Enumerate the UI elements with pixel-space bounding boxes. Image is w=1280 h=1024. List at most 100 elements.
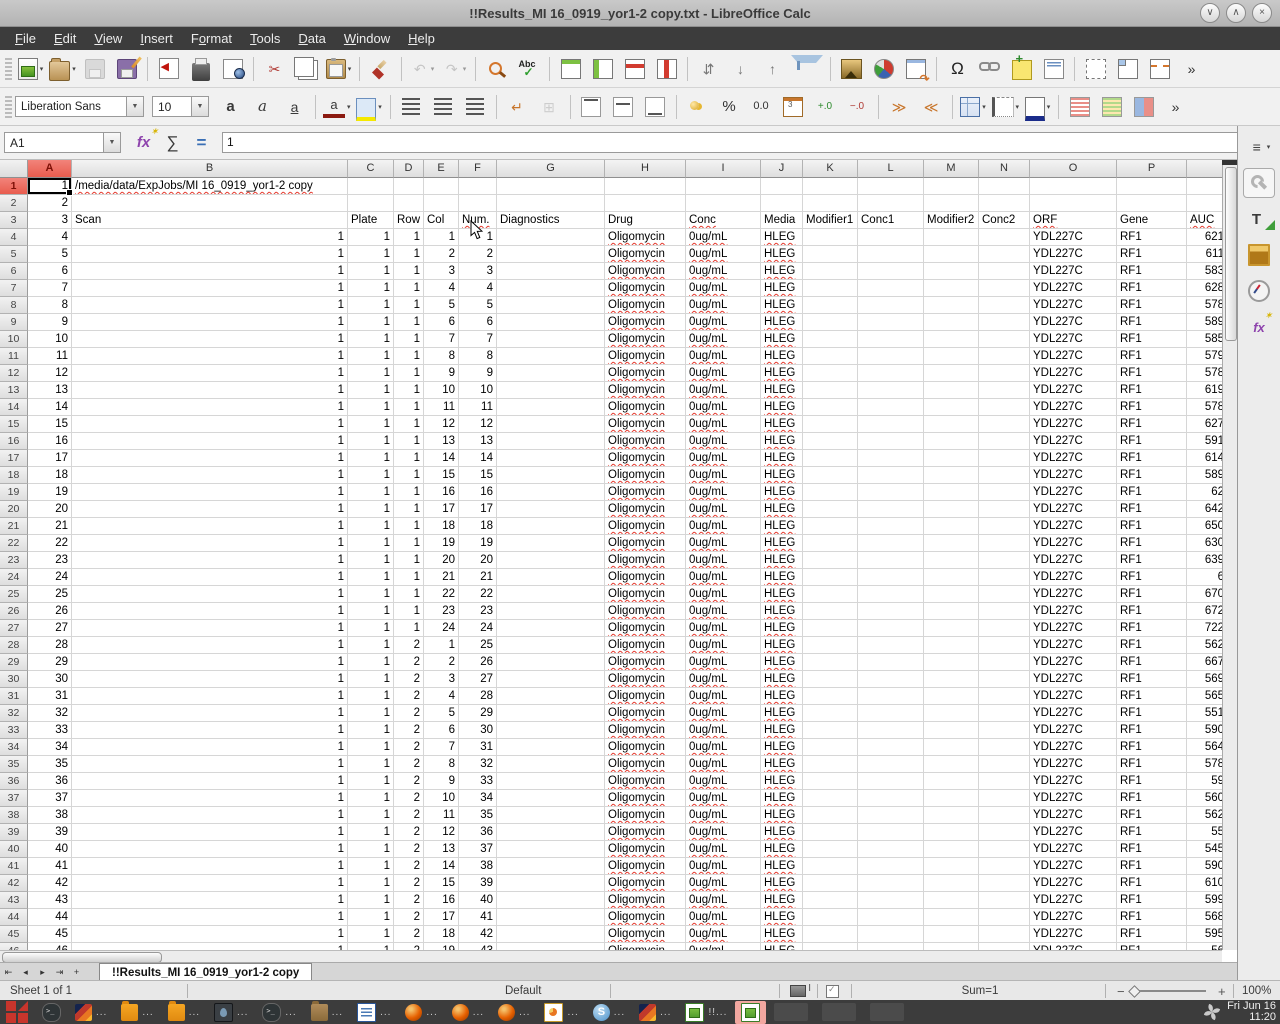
cell[interactable]: 0ug/mL — [686, 943, 761, 950]
dropdown-arrow[interactable]: ▾ — [378, 103, 382, 111]
cell[interactable]: 621 — [1187, 229, 1222, 246]
cell[interactable] — [858, 552, 924, 569]
previous-sheet-button[interactable]: ◂ — [17, 963, 34, 981]
cell[interactable]: YDL227C — [1030, 909, 1117, 926]
cell[interactable]: Oligomycin — [605, 229, 686, 246]
cell[interactable]: 22 — [424, 586, 459, 603]
row-header-5[interactable]: 5 — [0, 246, 28, 263]
cell[interactable] — [497, 348, 605, 365]
cell[interactable] — [858, 297, 924, 314]
cell[interactable]: YDL227C — [1030, 824, 1117, 841]
cell[interactable]: 560 — [1187, 790, 1222, 807]
cell[interactable]: 1 — [348, 739, 394, 756]
cell[interactable] — [979, 365, 1030, 382]
cell[interactable] — [1117, 178, 1187, 195]
cell[interactable]: 1 — [424, 229, 459, 246]
cell[interactable]: 45 — [28, 926, 72, 943]
cell[interactable]: Oligomycin — [605, 297, 686, 314]
row-header-27[interactable]: 27 — [0, 620, 28, 637]
cell[interactable]: 1 — [72, 790, 348, 807]
cell[interactable]: 12 — [424, 416, 459, 433]
cell[interactable]: 2 — [394, 858, 424, 875]
cell[interactable] — [424, 178, 459, 195]
cell[interactable]: RF1 — [1117, 280, 1187, 297]
define-print-area-button[interactable] — [1080, 53, 1111, 85]
cell[interactable]: 1 — [72, 603, 348, 620]
cell[interactable]: 610 — [1187, 875, 1222, 892]
cell[interactable] — [979, 467, 1030, 484]
insert-image-button[interactable] — [836, 53, 867, 85]
toolbar-overflow-button[interactable]: » — [1160, 91, 1191, 123]
cell[interactable]: HLEG — [761, 399, 803, 416]
cell[interactable]: 0ug/mL — [686, 246, 761, 263]
cell[interactable]: HLEG — [761, 382, 803, 399]
cell[interactable]: HLEG — [761, 620, 803, 637]
cell[interactable] — [979, 348, 1030, 365]
cell[interactable]: HLEG — [761, 654, 803, 671]
cell[interactable] — [497, 824, 605, 841]
cell[interactable]: 1 — [394, 518, 424, 535]
cell[interactable]: 0ug/mL — [686, 892, 761, 909]
cell[interactable]: 562 — [1187, 807, 1222, 824]
cell[interactable]: 6 — [28, 263, 72, 280]
cell[interactable]: 1 — [348, 790, 394, 807]
cell[interactable] — [924, 739, 979, 756]
cell[interactable]: 0ug/mL — [686, 467, 761, 484]
cell[interactable]: HLEG — [761, 773, 803, 790]
cell[interactable] — [979, 450, 1030, 467]
cell[interactable] — [497, 501, 605, 518]
cell[interactable]: YDL227C — [1030, 807, 1117, 824]
cell[interactable]: HLEG — [761, 433, 803, 450]
cell[interactable] — [803, 331, 858, 348]
cell[interactable]: 2 — [394, 875, 424, 892]
column-header-E[interactable]: E — [424, 160, 459, 178]
taskbar-window-terminal[interactable]: ... — [256, 1001, 302, 1024]
cell[interactable] — [605, 178, 686, 195]
cell[interactable]: 0ug/mL — [686, 756, 761, 773]
cell[interactable] — [803, 926, 858, 943]
cell[interactable]: 23 — [424, 603, 459, 620]
cell[interactable]: 1 — [348, 909, 394, 926]
cell[interactable] — [924, 892, 979, 909]
cell[interactable] — [803, 943, 858, 950]
cell[interactable]: 667 — [1187, 654, 1222, 671]
taskbar-window-skype[interactable]: ... — [587, 1002, 631, 1023]
cell[interactable] — [497, 314, 605, 331]
cell[interactable]: 16 — [424, 892, 459, 909]
cell[interactable] — [924, 824, 979, 841]
cell[interactable]: YDL227C — [1030, 314, 1117, 331]
background-color-button[interactable]: ▾ — [1022, 91, 1053, 123]
cell[interactable]: 1 — [72, 671, 348, 688]
cell[interactable]: HLEG — [761, 552, 803, 569]
cell[interactable]: 0ug/mL — [686, 773, 761, 790]
cell[interactable] — [858, 246, 924, 263]
cell[interactable]: 26 — [459, 654, 497, 671]
row-header-32[interactable]: 32 — [0, 705, 28, 722]
cell[interactable] — [924, 263, 979, 280]
formula-button[interactable]: = — [188, 130, 215, 156]
cell[interactable]: 20 — [459, 552, 497, 569]
cell[interactable]: RF1 — [1117, 263, 1187, 280]
cell[interactable]: RF1 — [1117, 841, 1187, 858]
cell[interactable]: RF1 — [1117, 790, 1187, 807]
print-preview-button[interactable] — [217, 53, 248, 85]
column-header-clipped[interactable] — [1187, 160, 1222, 178]
cell[interactable] — [858, 671, 924, 688]
cell[interactable]: RF1 — [1117, 297, 1187, 314]
cell[interactable]: 24 — [424, 620, 459, 637]
cell[interactable] — [924, 416, 979, 433]
cell[interactable]: HLEG — [761, 790, 803, 807]
cell[interactable] — [803, 722, 858, 739]
cell[interactable] — [924, 688, 979, 705]
cell[interactable]: YDL227C — [1030, 875, 1117, 892]
column-header-P[interactable]: P — [1117, 160, 1187, 178]
name-box-dropdown[interactable]: ▼ — [104, 132, 121, 153]
row-header-2[interactable]: 2 — [0, 195, 28, 212]
cell[interactable] — [858, 637, 924, 654]
column-header-I[interactable]: I — [686, 160, 761, 178]
cell[interactable] — [497, 603, 605, 620]
cell[interactable] — [858, 229, 924, 246]
menu-data[interactable]: Data — [289, 29, 334, 48]
cell[interactable]: 3 — [28, 212, 72, 229]
cell[interactable]: Oligomycin — [605, 433, 686, 450]
